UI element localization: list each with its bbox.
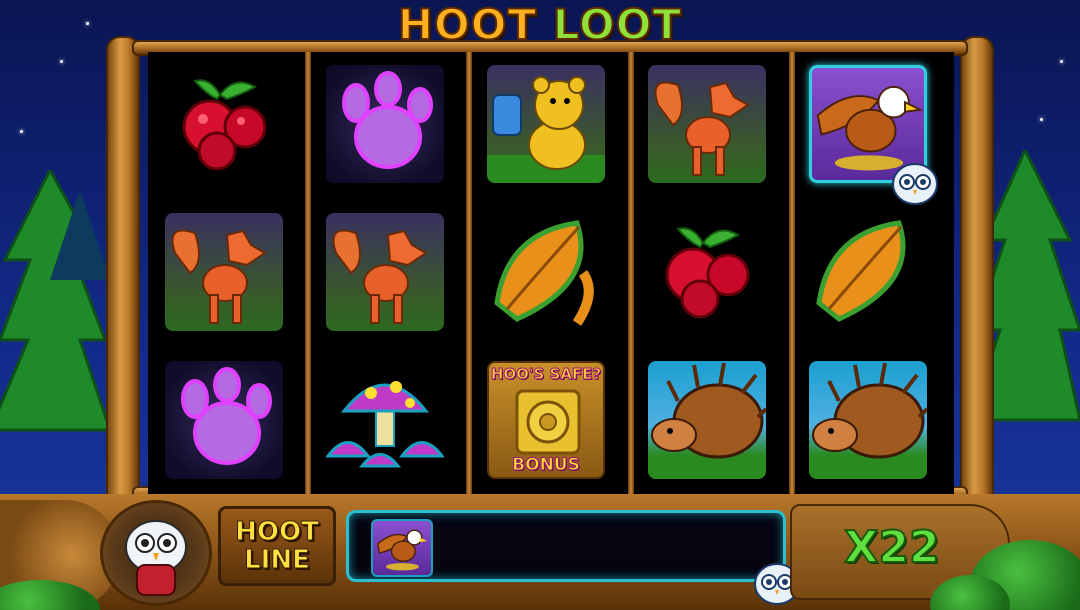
star bbox=[20, 130, 23, 133]
reel4-symbol-fox bbox=[645, 62, 769, 186]
hoot-line-symbol-eagle bbox=[371, 519, 433, 577]
reel1-symbol-raspberry bbox=[162, 62, 286, 186]
pine-tree-left bbox=[0, 170, 113, 432]
star bbox=[60, 60, 63, 63]
bonus-bottom-text: BONUS bbox=[512, 455, 581, 476]
reel3-symbol-leaf bbox=[484, 210, 608, 334]
fox-icon bbox=[648, 65, 766, 183]
bear-with-honey-icon bbox=[487, 65, 605, 183]
fox-icon bbox=[165, 213, 283, 331]
raspberry-icon bbox=[182, 79, 267, 171]
hoot-line-label-line2: LINE bbox=[244, 545, 311, 575]
reel3-symbol-bear bbox=[484, 62, 608, 186]
reel-grid: HOO'S SAFE? BONUS bbox=[148, 52, 954, 494]
raspberry-icon bbox=[665, 227, 750, 319]
reel4-symbol-hedgehog bbox=[645, 358, 769, 482]
multiplier-value: X22 bbox=[843, 521, 940, 574]
paw-print-icon bbox=[326, 65, 444, 183]
hedgehog-icon bbox=[809, 361, 927, 479]
fox-icon bbox=[326, 213, 444, 331]
reel4-symbol-raspberry bbox=[645, 210, 769, 334]
owl-mascot-icon bbox=[125, 520, 187, 596]
reel-separator bbox=[789, 52, 795, 494]
paw-print-icon bbox=[165, 361, 283, 479]
reel3-symbol-bonus-safe: HOO'S SAFE? BONUS bbox=[484, 358, 608, 482]
owl-mascot-badge bbox=[100, 500, 212, 606]
leaf-icon bbox=[816, 220, 906, 322]
safe-bonus-icon: HOO'S SAFE? BONUS bbox=[487, 361, 605, 479]
hedgehog-icon bbox=[648, 361, 766, 479]
hoot-line-label: HOOT LINE bbox=[218, 506, 336, 586]
eagle-icon bbox=[376, 529, 428, 571]
reel1-symbol-fox bbox=[162, 210, 286, 334]
star bbox=[1060, 60, 1063, 63]
reel5-symbol-leaf bbox=[806, 210, 930, 334]
reel2-symbol-fox bbox=[323, 210, 447, 334]
frame-post-left bbox=[106, 36, 140, 506]
star bbox=[1040, 118, 1043, 121]
reel2-symbol-mushroom bbox=[323, 358, 447, 482]
reel1-symbol-paw-print bbox=[162, 358, 286, 482]
owl-badge-icon bbox=[892, 163, 938, 205]
reel-separator bbox=[628, 52, 634, 494]
reel-separator bbox=[305, 52, 311, 494]
bonus-top-text: HOO'S SAFE? bbox=[490, 365, 602, 384]
frame-post-right bbox=[960, 36, 994, 506]
hoot-line-display bbox=[346, 510, 786, 582]
hoot-line-label-line1: HOOT bbox=[235, 517, 320, 547]
reel-separator bbox=[466, 52, 472, 494]
reel2-symbol-paw-print bbox=[323, 62, 447, 186]
mushroom-icon bbox=[326, 381, 444, 468]
reel5-symbol-hedgehog bbox=[806, 358, 930, 482]
vault-dial-icon bbox=[515, 389, 581, 455]
leaf-icon bbox=[494, 220, 594, 326]
